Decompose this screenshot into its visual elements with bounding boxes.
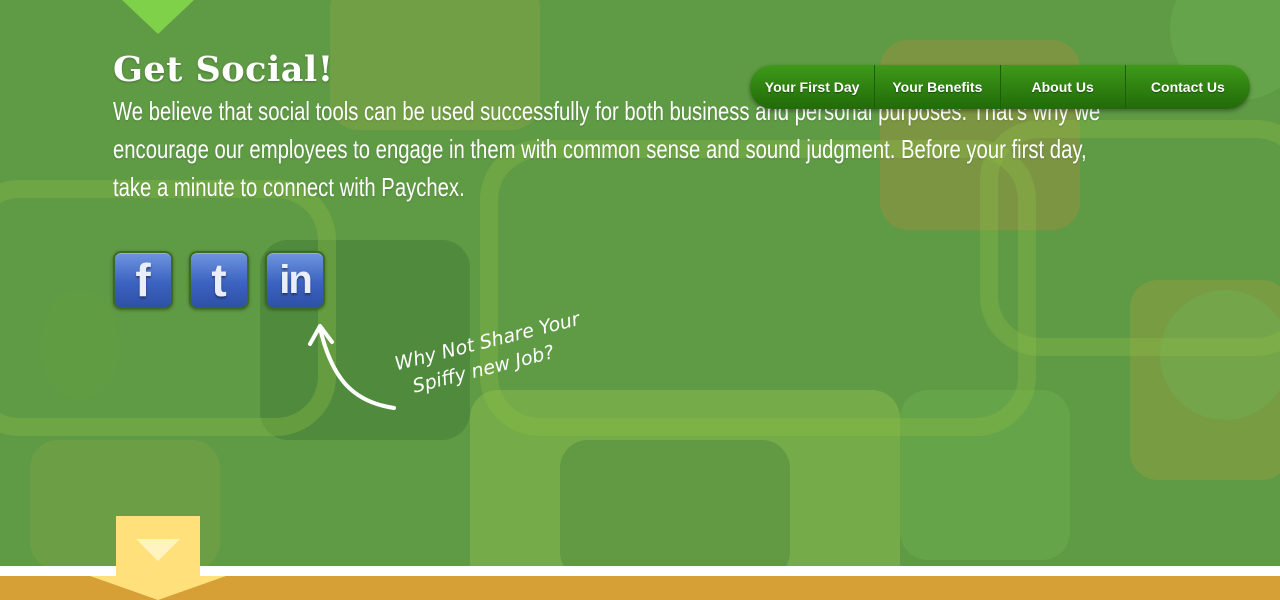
nav-about-us[interactable]: About Us [1001,65,1126,109]
nav-your-benefits[interactable]: Your Benefits [875,65,1001,109]
scroll-down-pointer [90,576,226,600]
nav-contact-us[interactable]: Contact Us [1126,65,1250,109]
twitter-button[interactable]: t [189,251,249,309]
facebook-button[interactable]: f [113,251,173,309]
main-nav: Your First Day Your Benefits About Us Co… [750,65,1250,109]
facebook-icon: f [135,254,151,306]
curved-arrow-icon [308,324,396,410]
linkedin-icon: in [279,258,313,302]
chevron-down-icon [136,539,180,561]
twitter-icon: t [211,254,227,306]
intro-paragraph: We believe that social tools can be used… [113,96,1101,202]
social-links: f t in [113,251,325,309]
linkedin-button[interactable]: in [265,251,325,309]
top-notch-marker [122,0,194,34]
nav-your-first-day[interactable]: Your First Day [750,65,876,109]
